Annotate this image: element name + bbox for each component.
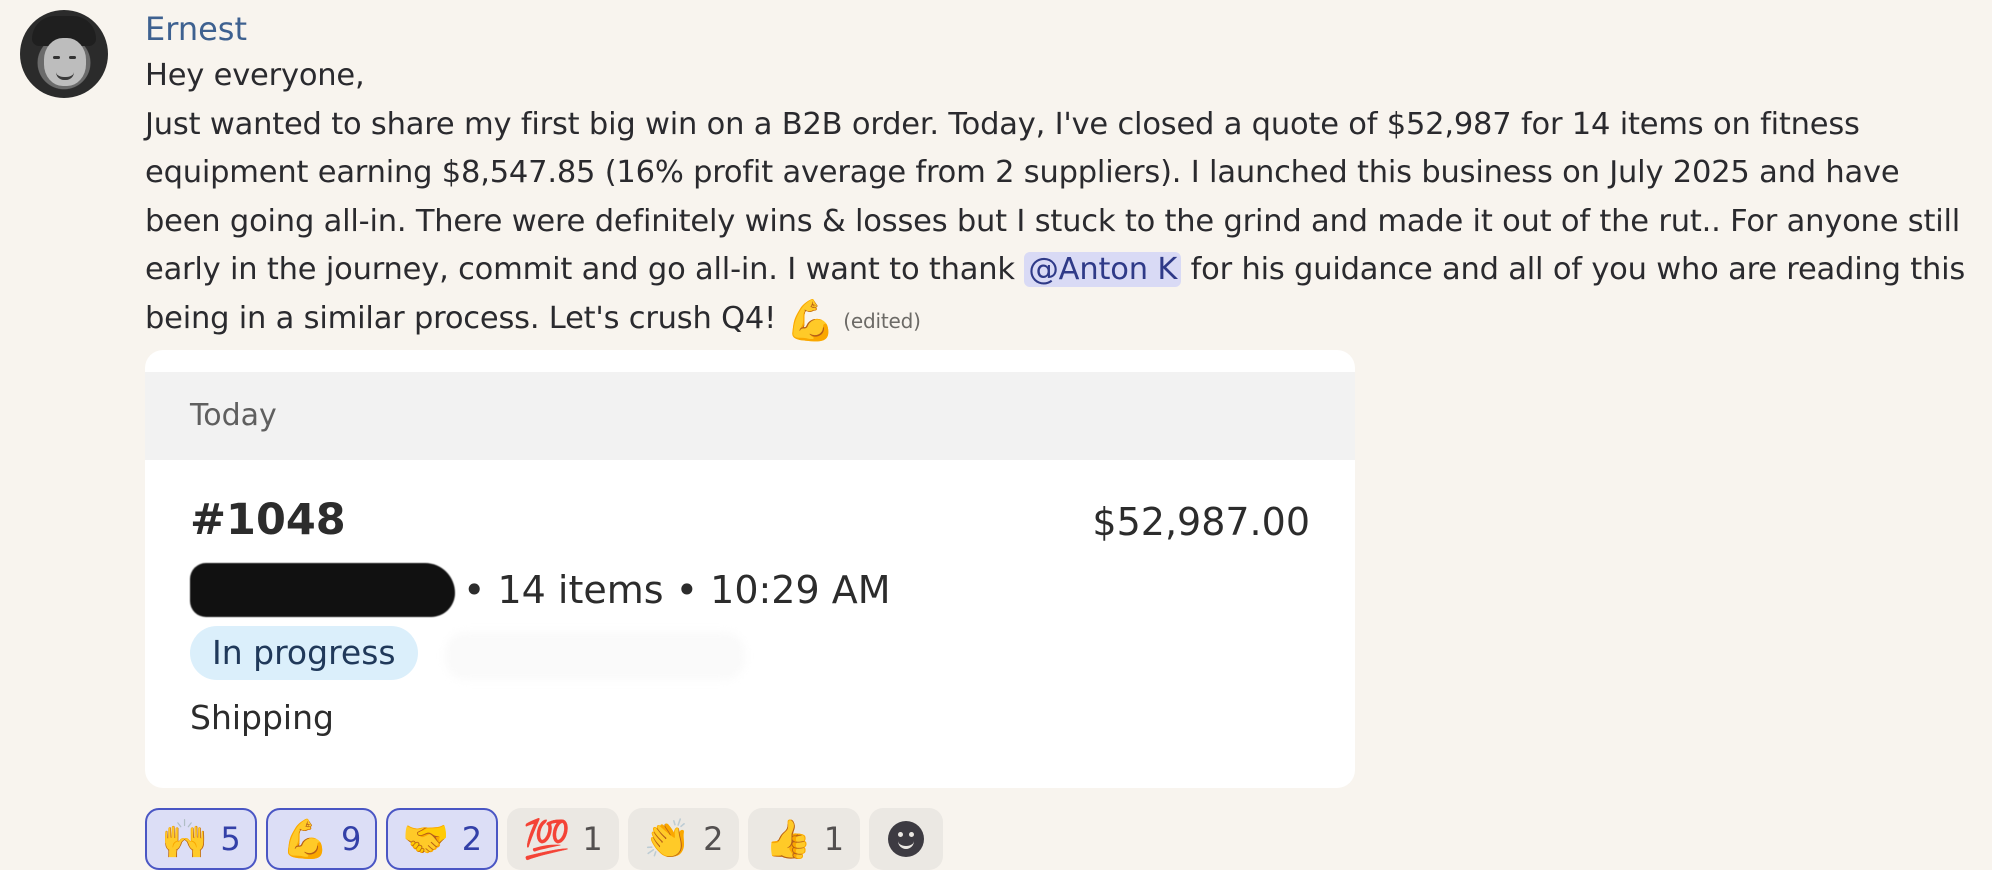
avatar-eye xyxy=(53,56,60,59)
redacted-customer-name xyxy=(190,563,455,617)
clapping-hands-icon: 👏 xyxy=(643,817,692,861)
reaction-count: 2 xyxy=(703,820,724,858)
edited-label: (edited) xyxy=(843,308,921,333)
flexed-biceps-icon: 💪 xyxy=(281,817,330,861)
reaction-bar: 🙌 5 💪 9 🤝 2 💯 1 👏 2 👍 1 xyxy=(145,808,944,870)
raising-hands-icon: 🙌 xyxy=(161,817,209,861)
order-card-header: Today xyxy=(145,372,1355,460)
status-badge: In progress xyxy=(190,626,418,680)
order-meta-text: • 14 items • 10:29 AM xyxy=(463,568,891,612)
user-mention[interactable]: @Anton K xyxy=(1024,252,1182,287)
author-name[interactable]: Ernest xyxy=(145,6,1975,52)
reaction-raising-hands[interactable]: 🙌 5 xyxy=(145,808,257,870)
reaction-flexed-biceps[interactable]: 💪 9 xyxy=(265,808,378,870)
add-reaction-button[interactable] xyxy=(869,808,944,870)
thumbs-up-icon: 👍 xyxy=(764,817,812,861)
reaction-clapping-hands[interactable]: 👏 2 xyxy=(627,808,740,870)
handshake-icon: 🤝 xyxy=(402,817,450,861)
reaction-count: 1 xyxy=(582,820,603,858)
message-body: Just wanted to share my first big win on… xyxy=(145,101,1975,346)
message-content: Ernest Hey everyone, Just wanted to shar… xyxy=(145,6,1975,345)
order-total: $52,987.00 xyxy=(1092,500,1310,544)
reaction-count: 1 xyxy=(823,820,845,858)
avatar-eye xyxy=(69,56,76,59)
hundred-points-icon: 💯 xyxy=(523,817,571,861)
user-avatar[interactable] xyxy=(20,10,108,98)
flexed-biceps-emoji: 💪 xyxy=(785,297,836,344)
order-meta: • 14 items • 10:29 AM xyxy=(190,560,891,620)
order-card[interactable]: Today #1048 $52,987.00 • 14 items • 10:2… xyxy=(145,350,1355,788)
message-greeting: Hey everyone, xyxy=(145,58,365,93)
chat-message: Ernest Hey everyone, Just wanted to shar… xyxy=(0,0,1992,870)
reaction-count: 9 xyxy=(341,820,362,858)
reaction-hundred-points[interactable]: 💯 1 xyxy=(507,808,619,870)
reaction-count: 5 xyxy=(220,820,241,858)
smiley-icon xyxy=(888,821,925,857)
order-number: #1048 xyxy=(190,495,346,545)
reaction-handshake[interactable]: 🤝 2 xyxy=(386,808,499,870)
order-date-label: Today xyxy=(190,398,277,433)
reaction-thumbs-up[interactable]: 👍 1 xyxy=(748,808,861,870)
blurred-region xyxy=(445,632,745,680)
reaction-count: 2 xyxy=(461,820,483,858)
fulfillment-method: Shipping xyxy=(190,698,334,737)
